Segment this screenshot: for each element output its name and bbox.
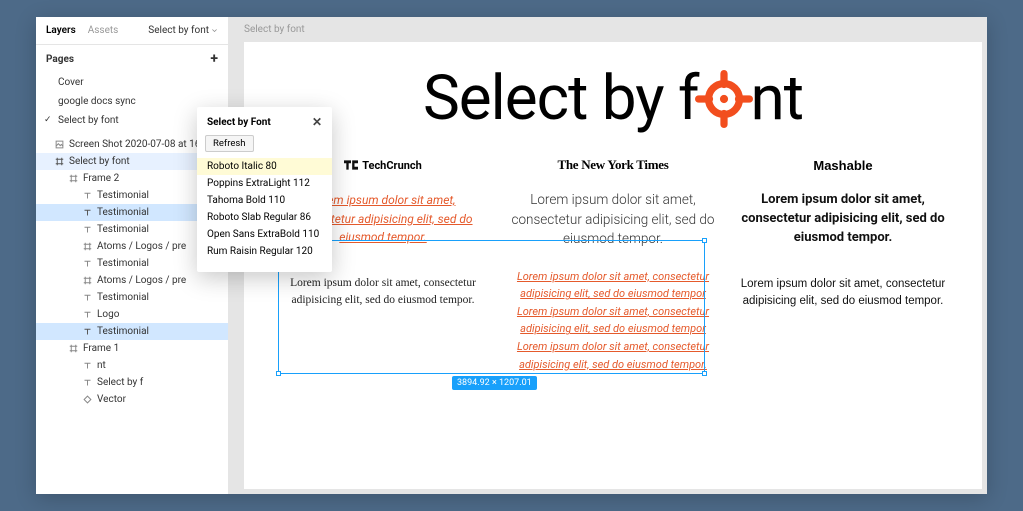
layer-label: Testimonial	[97, 190, 149, 201]
vector-icon	[83, 395, 92, 404]
layer-label: Select by f	[97, 377, 143, 388]
frame-icon	[83, 242, 92, 251]
popup-header: Select by Font ✕	[197, 115, 332, 135]
logo-techcrunch-label: TechCrunch	[362, 159, 422, 172]
selection-dimensions: 3894.92 × 1207.01	[452, 376, 537, 390]
text-icon	[83, 293, 92, 302]
layer-label: Logo	[97, 309, 119, 320]
layer-label: Frame 1	[83, 343, 119, 354]
refresh-button[interactable]: Refresh	[205, 135, 254, 152]
testimonial-columns: TechCrunch Lorem ipsum dolor sit amet, c…	[244, 141, 982, 373]
close-icon[interactable]: ✕	[312, 115, 322, 129]
canvas[interactable]: Select by font Select by f nt TechCrunch	[229, 17, 987, 494]
frame-label[interactable]: Select by font	[244, 24, 305, 35]
layer-label: Testimonial	[97, 207, 149, 218]
layer-row[interactable]: Testimonial	[36, 289, 228, 306]
layer-label: Atoms / Logos / pre	[97, 275, 186, 286]
layer-label: Vector	[97, 394, 126, 405]
logo-mashable: Mashable	[738, 155, 948, 175]
frame-icon	[69, 344, 78, 353]
layer-row[interactable]: Atoms / Logos / pre	[36, 272, 228, 289]
page-selector-label: Select by font	[148, 25, 209, 36]
layer-label: Testimonial	[97, 224, 149, 235]
text-icon	[83, 310, 92, 319]
layer-label: Testimonial	[97, 292, 149, 303]
col-nyt: The New York Times Lorem ipsum dolor sit…	[508, 155, 718, 373]
frame-icon	[55, 157, 64, 166]
text-icon	[83, 208, 92, 217]
image-icon	[55, 140, 64, 149]
hero-text-b: nt	[750, 62, 803, 135]
frame-icon	[69, 174, 78, 183]
layer-row[interactable]: Select by f	[36, 374, 228, 391]
col-mashable: Mashable Lorem ipsum dolor sit amet, con…	[738, 155, 948, 373]
logo-nyt: The New York Times	[508, 155, 718, 175]
layer-label: Testimonial	[97, 258, 149, 269]
tab-layers[interactable]: Layers	[46, 25, 76, 36]
frame-icon	[83, 276, 92, 285]
page-selector[interactable]: Select by font	[148, 25, 218, 36]
page-item[interactable]: Cover	[36, 73, 228, 92]
layer-row[interactable]: Logo	[36, 306, 228, 323]
popup-title: Select by Font	[207, 117, 271, 128]
font-option[interactable]: Poppins ExtraLight 112	[197, 175, 332, 192]
layer-label: Testimonial	[97, 326, 149, 337]
text-icon	[83, 361, 92, 370]
font-option[interactable]: Open Sans ExtraBold 110	[197, 226, 332, 243]
layer-label: Select by font	[69, 156, 130, 167]
target-icon	[695, 70, 753, 128]
layer-label: nt	[97, 360, 106, 371]
font-option[interactable]: Rum Raisin Regular 120	[197, 243, 332, 260]
layer-row[interactable]: nt	[36, 357, 228, 374]
text-icon	[83, 378, 92, 387]
pages-title: Pages	[46, 54, 74, 65]
text-icon	[83, 191, 92, 200]
hero-text-a: Select by f	[423, 62, 699, 135]
font-option[interactable]: Roboto Slab Regular 86	[197, 209, 332, 226]
layer-row[interactable]: Frame 1	[36, 340, 228, 357]
text-icon	[83, 327, 92, 336]
app-window: Layers Assets Select by font Pages + Cov…	[36, 17, 987, 494]
testimonial-2b: Lorem ipsum dolor sit amet, consectetur …	[508, 268, 718, 374]
sidebar-tabs: Layers Assets Select by font	[36, 17, 228, 45]
font-option[interactable]: Roboto Italic 80	[197, 158, 332, 175]
text-icon	[83, 259, 92, 268]
testimonial-1b: Lorem ipsum dolor sit amet, consectetur …	[278, 275, 488, 310]
layer-label: Screen Shot 2020-07-08 at 16	[69, 139, 200, 150]
add-page-button[interactable]: +	[210, 51, 218, 67]
layer-row[interactable]: Testimonial	[36, 323, 228, 340]
font-option[interactable]: Tahoma Bold 110	[197, 192, 332, 209]
layer-row[interactable]: Vector	[36, 391, 228, 408]
artboard: Select by f nt TechCrunch Lorem ipsum do…	[244, 42, 982, 489]
tab-assets[interactable]: Assets	[88, 25, 119, 36]
font-list: Roboto Italic 80Poppins ExtraLight 112Ta…	[197, 158, 332, 260]
testimonial-3a: Lorem ipsum dolor sit amet, consectetur …	[738, 191, 948, 248]
testimonial-3b: Lorem ipsum dolor sit amet, consectetur …	[738, 276, 948, 312]
select-by-font-popup[interactable]: Select by Font ✕ Refresh Roboto Italic 8…	[197, 107, 332, 272]
hero: Select by f nt	[244, 42, 982, 141]
techcrunch-icon	[344, 160, 358, 170]
layer-label: Atoms / Logos / pre	[97, 241, 186, 252]
hero-title: Select by f nt	[423, 62, 803, 135]
testimonial-2a: Lorem ipsum dolor sit amet, consectetur …	[508, 191, 718, 250]
layer-label: Frame 2	[83, 173, 119, 184]
text-icon	[83, 225, 92, 234]
pages-header: Pages +	[36, 45, 228, 73]
chevron-down-icon	[211, 27, 218, 34]
